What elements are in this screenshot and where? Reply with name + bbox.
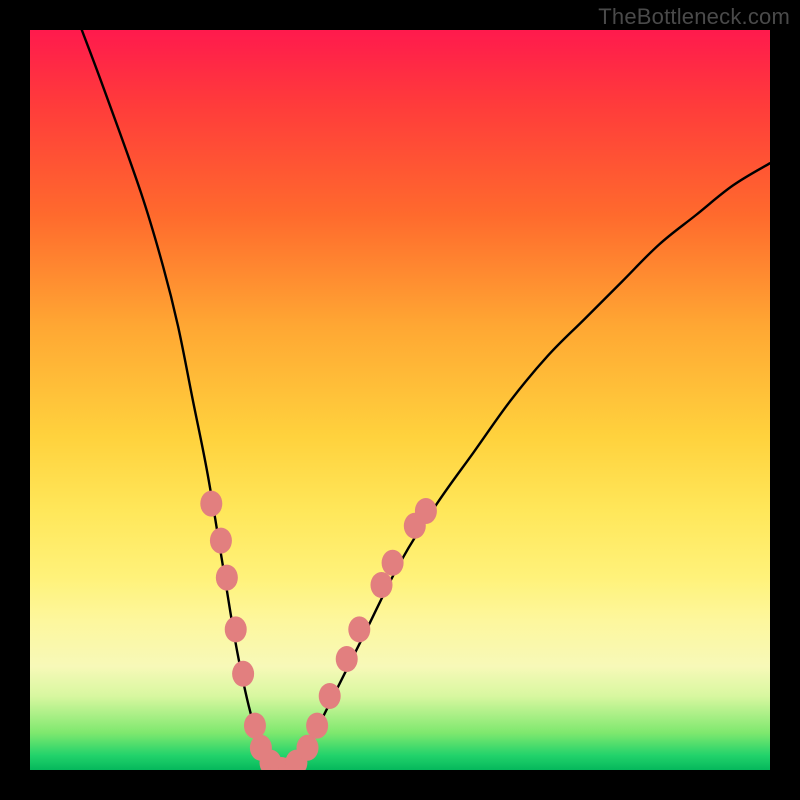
highlight-dot: [306, 713, 328, 739]
highlight-dots: [200, 491, 437, 770]
bottleneck-curve: [82, 30, 770, 770]
highlight-dot: [297, 735, 319, 761]
chart-frame: TheBottleneck.com: [0, 0, 800, 800]
plot-area: [30, 30, 770, 770]
highlight-dot: [244, 713, 266, 739]
highlight-dot: [225, 616, 247, 642]
highlight-dot: [319, 683, 341, 709]
highlight-dot: [216, 565, 238, 591]
highlight-dot: [348, 616, 370, 642]
highlight-dot: [232, 661, 254, 687]
watermark-text: TheBottleneck.com: [598, 4, 790, 30]
curve-svg: [30, 30, 770, 770]
highlight-dot: [371, 572, 393, 598]
highlight-dot: [210, 528, 232, 554]
highlight-dot: [415, 498, 437, 524]
highlight-dot: [200, 491, 222, 517]
highlight-dot: [382, 550, 404, 576]
highlight-dot: [336, 646, 358, 672]
